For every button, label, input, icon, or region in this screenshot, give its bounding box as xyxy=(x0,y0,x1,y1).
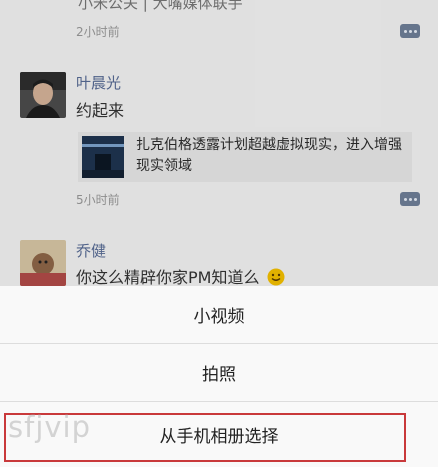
short-video-option[interactable]: 小视频 xyxy=(0,286,438,344)
take-photo-option[interactable]: 拍照 xyxy=(0,344,438,402)
watermark: sfjvip xyxy=(8,410,92,444)
